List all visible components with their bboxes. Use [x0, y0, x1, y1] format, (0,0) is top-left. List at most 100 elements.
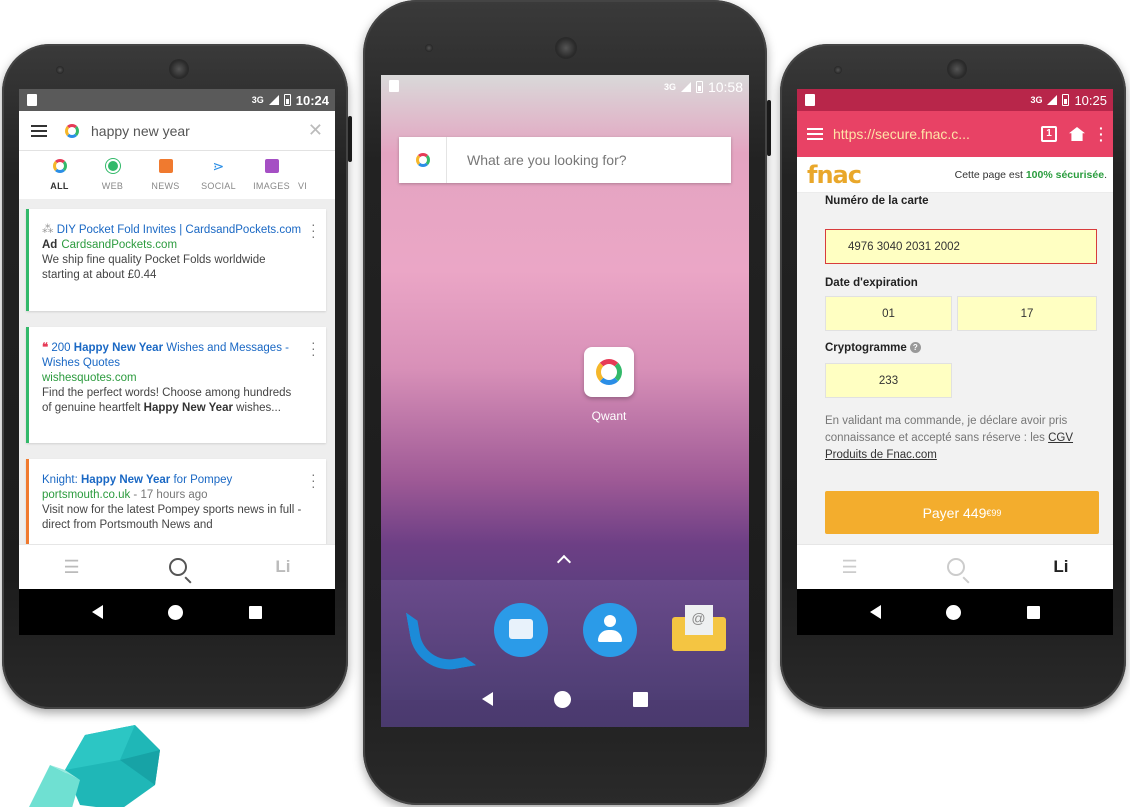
browser-toolbar: https://secure.fnac.c... 1 · · ·	[797, 111, 1113, 157]
card-number-value: 4976 3040 2031 2002	[848, 240, 960, 253]
help-icon[interactable]: ?	[909, 342, 921, 354]
qwant-app-icon[interactable]	[584, 347, 634, 397]
cvv-input[interactable]: 233	[825, 363, 952, 398]
front-camera	[425, 44, 433, 52]
more-options-icon[interactable]: · · ·	[311, 467, 316, 493]
battery-icon	[1062, 94, 1070, 106]
decorative-polygon-shape	[29, 725, 160, 807]
recents-icon[interactable]	[633, 691, 649, 707]
speaker-grill	[555, 37, 577, 59]
result-snippet: Visit now for the latest Pompey sports n…	[42, 504, 302, 531]
secure-text: Cette page est	[954, 168, 1026, 181]
expiry-label: Date d'expiration	[825, 277, 918, 289]
back-icon[interactable]	[481, 692, 493, 706]
overflow-menu-icon[interactable]: · · ·	[1099, 121, 1104, 147]
tab-web[interactable]: WEB	[86, 151, 139, 199]
result-title[interactable]: ❝ 200 Happy New Year Wishes and Messages…	[42, 341, 304, 371]
menu-icon[interactable]	[31, 124, 47, 137]
tab-count-button[interactable]: 1	[1041, 126, 1057, 142]
tab-all[interactable]: ALL	[33, 151, 86, 259]
expiry-month-select[interactable]: 01	[825, 296, 952, 331]
result-card[interactable]: · · · ⁂ DIY Pocket Fold Invites | Cardsand…	[26, 209, 326, 311]
battery-icon	[695, 81, 703, 93]
recents-icon[interactable]	[249, 605, 263, 619]
home-icon[interactable]	[1069, 127, 1085, 141]
tab-label: IMAGES	[253, 181, 290, 191]
lilo-icon[interactable]: Li	[275, 557, 290, 577]
fnac-logo[interactable]: fnac	[807, 161, 862, 189]
search-icon[interactable]	[946, 558, 970, 584]
list-icon[interactable]: ☰	[841, 557, 857, 578]
title-highlight: Happy New Year	[73, 342, 164, 354]
more-options-icon[interactable]: · · ·	[311, 335, 316, 361]
home-icon[interactable]	[946, 604, 962, 620]
result-snippet: We ship fine quality Pocket Folds worldw…	[42, 254, 266, 281]
result-title[interactable]: ⁂ DIY Pocket Fold Invites | CardsandPock…	[42, 223, 304, 238]
result-title-text: DIY Pocket Fold Invites | CardsandPocket…	[56, 224, 302, 236]
url-field[interactable]: https://secure.fnac.c...	[833, 126, 1029, 142]
result-card[interactable]: · · · Knight: Happy New Year for Pompey po…	[26, 459, 326, 544]
tab-social[interactable]: ⋗ SOCIAL	[192, 151, 245, 199]
phone-left: 3G 10:24 happy new year ✕ ALL WEB NEWS ⋗…	[2, 44, 352, 709]
volume-button	[767, 100, 771, 156]
qwant-logo-icon	[596, 359, 622, 385]
home-icon[interactable]	[168, 604, 184, 620]
result-url[interactable]: portsmouth.co.uk	[42, 489, 130, 501]
status-time: 10:58	[707, 79, 743, 95]
back-icon[interactable]	[91, 605, 103, 619]
nav-bar	[381, 671, 749, 727]
expiry-year-select[interactable]: 17	[957, 296, 1097, 331]
tab-label: ALL	[50, 181, 69, 191]
results-list: · · · ⁂ DIY Pocket Fold Invites | Cardsand…	[19, 199, 335, 544]
search-input[interactable]: happy new year	[91, 123, 308, 139]
search-placeholder[interactable]: What are you looking for?	[447, 152, 627, 168]
home-icon[interactable]	[554, 690, 572, 708]
list-icon[interactable]: ☰	[63, 557, 79, 578]
phone-icon[interactable]	[405, 603, 459, 657]
snippet-highlight: Happy New Year	[143, 402, 233, 414]
screen-center: 3G 10:58 What are you looking for? Qwant	[381, 75, 749, 727]
result-title[interactable]: Knight: Happy New Year for Pompey	[42, 473, 304, 488]
qwant-logo-cell	[399, 137, 447, 183]
more-options-icon[interactable]: · · ·	[311, 217, 316, 243]
ad-badge-icon: ⁂	[42, 224, 57, 236]
search-bar[interactable]: happy new year ✕	[19, 111, 335, 151]
signal-icon	[1047, 95, 1058, 105]
signal-icon	[268, 95, 279, 105]
qwant-search-widget[interactable]: What are you looking for?	[399, 137, 731, 183]
title-part: for Pompey	[170, 474, 233, 486]
qwant-all-icon	[52, 159, 67, 173]
expiry-year-value: 17	[1020, 307, 1034, 320]
pay-button[interactable]: Payer 449 €99	[825, 491, 1099, 534]
result-url[interactable]: wishesquotes.com	[42, 371, 304, 386]
sd-card-icon	[805, 94, 815, 106]
result-url[interactable]: CardsandPockets.com	[61, 239, 177, 251]
card-number-input[interactable]: 4976 3040 2031 2002	[825, 229, 1097, 264]
back-icon[interactable]	[869, 605, 881, 619]
email-icon[interactable]	[671, 603, 726, 657]
clear-icon[interactable]: ✕	[308, 120, 323, 141]
result-accent-bar	[26, 209, 29, 311]
status-bar: 3G 10:58	[381, 75, 749, 99]
snippet-part: wishes...	[232, 402, 281, 414]
result-accent-bar	[26, 459, 29, 544]
speaker-grill	[947, 59, 967, 79]
tab-news[interactable]: NEWS	[139, 151, 192, 199]
cvv-label: Cryptogramme?	[825, 342, 921, 354]
screen-left: 3G 10:24 happy new year ✕ ALL WEB NEWS ⋗…	[19, 89, 335, 635]
menu-icon[interactable]	[807, 128, 823, 140]
messages-icon[interactable]	[493, 603, 548, 657]
expiry-month-value: 01	[882, 307, 895, 320]
search-icon[interactable]	[168, 558, 192, 584]
tab-images[interactable]: IMAGES	[245, 151, 298, 199]
recents-icon[interactable]	[1027, 605, 1041, 619]
network-type: 3G	[251, 95, 264, 105]
signal-icon	[680, 82, 691, 92]
tab-video[interactable]: VI	[298, 151, 318, 199]
lilo-icon[interactable]: Li	[1053, 557, 1068, 577]
status-bar: 3G 10:24	[19, 89, 335, 111]
secure-text: .	[1104, 168, 1107, 181]
stage: 3G 10:24 happy new year ✕ ALL WEB NEWS ⋗…	[0, 0, 1130, 807]
result-card[interactable]: · · · ❝ 200 Happy New Year Wishes and Mess…	[26, 327, 326, 443]
contacts-icon[interactable]	[582, 603, 637, 657]
